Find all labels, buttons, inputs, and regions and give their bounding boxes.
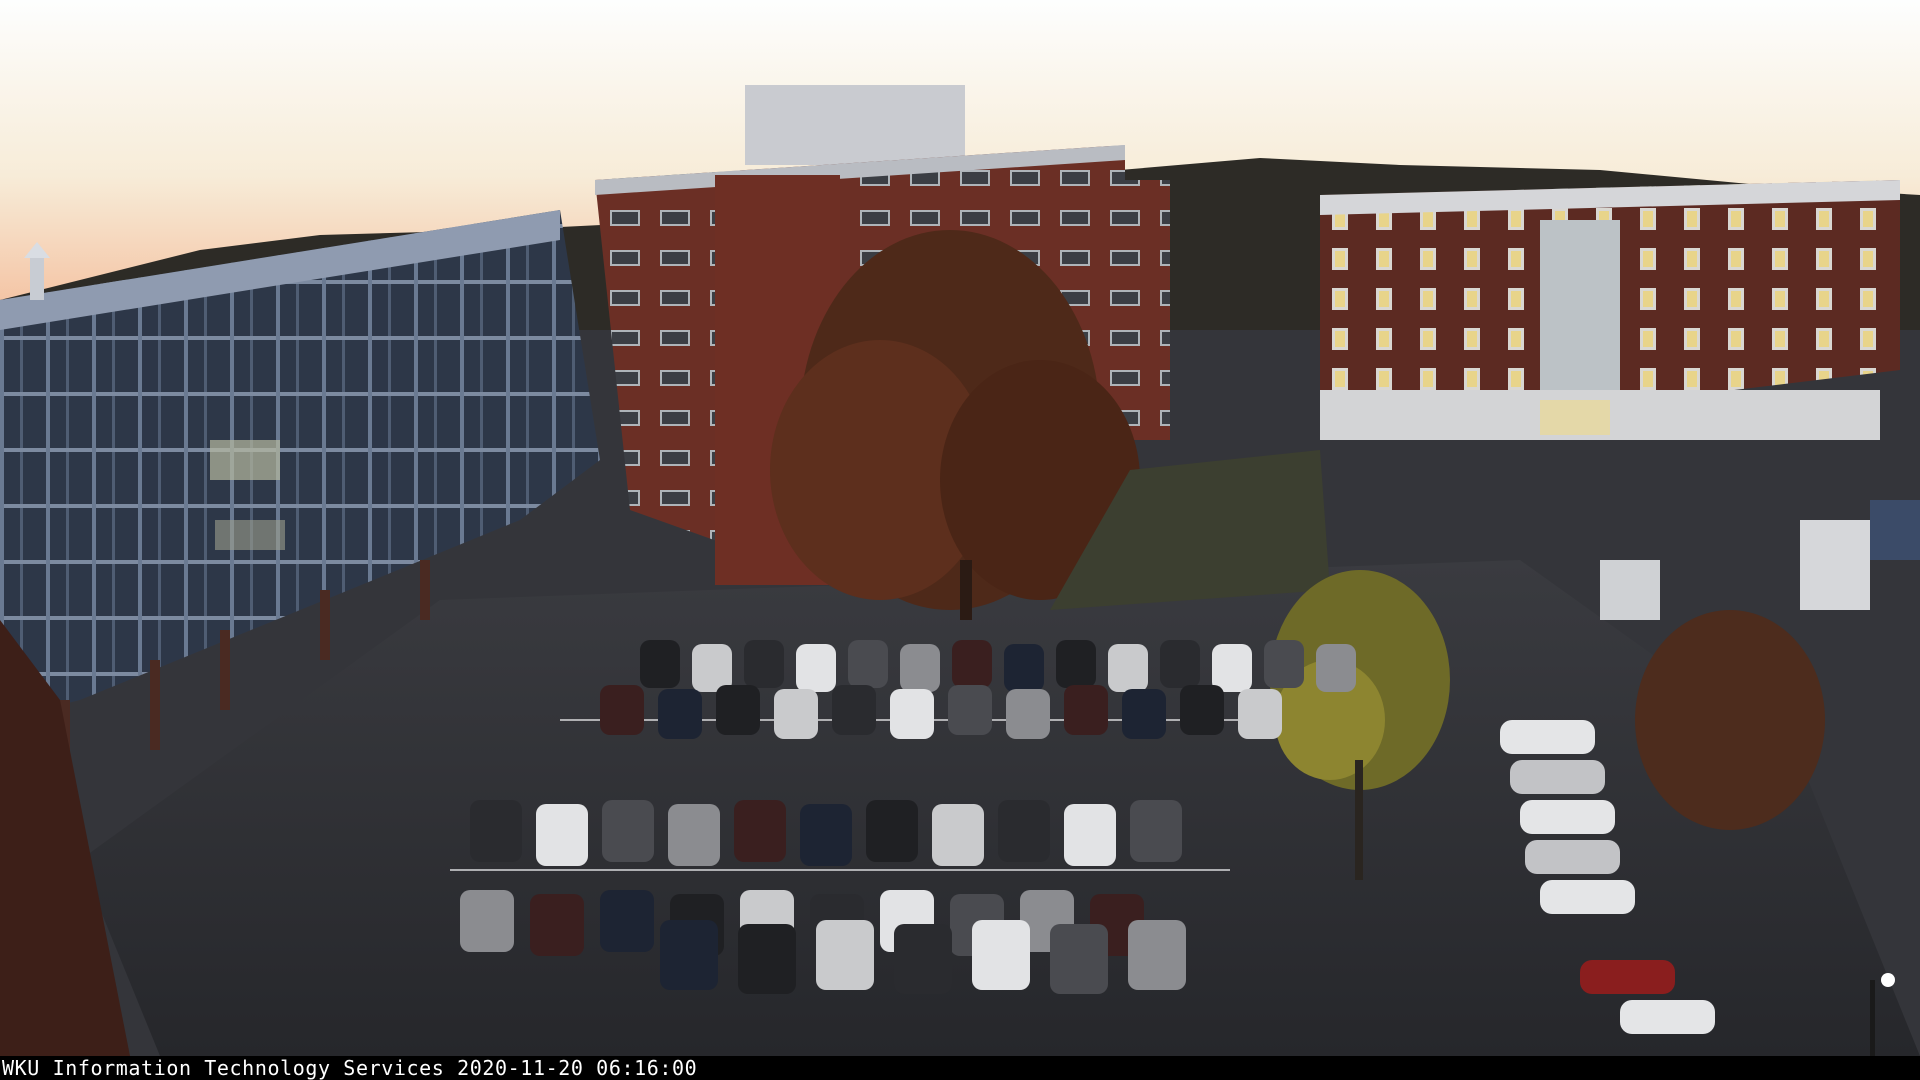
parked-car (1130, 800, 1182, 862)
new-residence-hall (1320, 180, 1900, 440)
caption-bar: WKU Information Technology Services 2020… (0, 1056, 1920, 1080)
parked-car (738, 924, 796, 994)
parked-car (1122, 689, 1166, 739)
parked-car (600, 685, 644, 735)
parked-car (932, 804, 984, 866)
date-label: 2020-11-20 (457, 1056, 584, 1080)
parked-car (1064, 685, 1108, 735)
parked-car (1160, 640, 1200, 688)
parked-car (900, 644, 940, 692)
parked-car (530, 894, 584, 956)
parked-car (640, 640, 680, 688)
parked-car (470, 800, 522, 862)
parked-car (1620, 1000, 1715, 1034)
parked-car (832, 685, 876, 735)
parked-car (536, 804, 588, 866)
parked-car (796, 644, 836, 692)
parked-car (1264, 640, 1304, 688)
parked-car (1056, 640, 1096, 688)
parked-car (774, 689, 818, 739)
parked-car (1580, 960, 1675, 994)
parked-car (1540, 880, 1635, 914)
parked-car (816, 920, 874, 990)
parked-car (866, 800, 918, 862)
parked-car (1238, 689, 1282, 739)
parked-car (660, 920, 718, 990)
parked-car (972, 920, 1030, 990)
parked-car (600, 890, 654, 952)
parked-car (948, 685, 992, 735)
parked-car (1525, 840, 1620, 874)
parked-car (1108, 644, 1148, 692)
parked-car (602, 800, 654, 862)
parked-car (1180, 685, 1224, 735)
parked-car (1212, 644, 1252, 692)
parked-car (1500, 720, 1595, 754)
parked-car (734, 800, 786, 862)
parked-car (1050, 924, 1108, 994)
parked-car (894, 924, 952, 994)
webcam-scene (0, 0, 1920, 1056)
time-label: 06:16:00 (596, 1056, 698, 1080)
source-label: WKU Information Technology Services (2, 1056, 445, 1080)
parked-car (800, 804, 852, 866)
parked-car (716, 685, 760, 735)
parked-car (1006, 689, 1050, 739)
parked-car (658, 689, 702, 739)
timestamp-overlay: WKU Information Technology Services 2020… (2, 1057, 697, 1079)
brown-tree (1635, 610, 1825, 830)
parked-car (1510, 760, 1605, 794)
parked-car (952, 640, 992, 688)
parked-car (668, 804, 720, 866)
parked-car (1128, 920, 1186, 990)
parked-car (890, 689, 934, 739)
parked-car (1004, 644, 1044, 692)
parked-car (1520, 800, 1615, 834)
parked-car (692, 644, 732, 692)
parked-car (460, 890, 514, 952)
parked-car (1064, 804, 1116, 866)
parked-car (848, 640, 888, 688)
parked-car (998, 800, 1050, 862)
parked-car (1316, 644, 1356, 692)
parked-car (744, 640, 784, 688)
